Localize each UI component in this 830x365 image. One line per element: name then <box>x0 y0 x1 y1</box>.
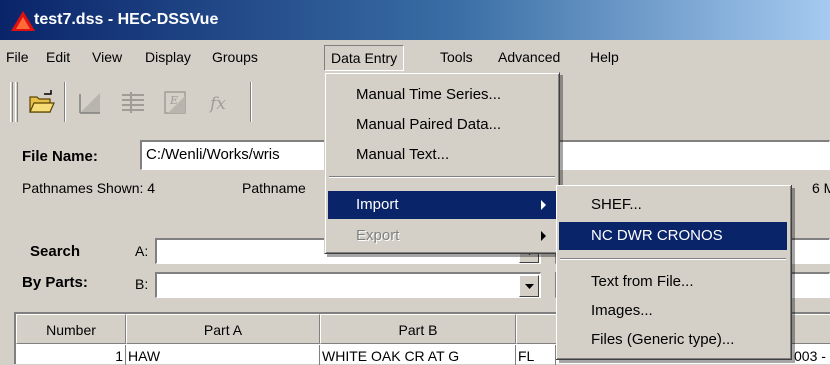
window-title: test7.dss - HEC-DSSVue <box>34 11 219 28</box>
submenu-item-shef[interactable]: SHEF... <box>559 191 787 219</box>
search-label: Search <box>30 243 81 260</box>
toolbar-grip[interactable] <box>15 82 18 122</box>
pathnames-label: Pathname <box>242 180 306 196</box>
chevron-down-icon <box>524 283 534 289</box>
math-functions-icon[interactable]: E <box>158 86 192 120</box>
menu-data-entry[interactable]: Data Entry <box>324 45 405 71</box>
menu-advanced[interactable]: Advanced <box>498 46 560 68</box>
app-logo-icon <box>11 11 35 31</box>
toolbar-grip[interactable] <box>10 82 13 122</box>
menu-separator <box>560 258 786 260</box>
menu-item-export: Export <box>328 222 556 250</box>
menu-display[interactable]: Display <box>145 46 191 68</box>
data-entry-menu: Manual Time Series... Manual Paired Data… <box>324 72 560 254</box>
menu-help[interactable]: Help <box>590 46 619 68</box>
menu-item-import[interactable]: Import <box>328 191 556 219</box>
submenu-item-nc-dwr-cronos[interactable]: NC DWR CRONOS <box>559 222 787 250</box>
pathnames-shown-count: Pathnames Shown: 4 <box>22 180 156 196</box>
submenu-item-files-generic[interactable]: Files (Generic type)... <box>559 326 787 354</box>
by-parts-label: By Parts: <box>22 274 88 291</box>
menu-groups[interactable]: Groups <box>212 46 258 68</box>
menu-item-import-label: Import <box>356 196 399 213</box>
part-b-combo[interactable] <box>155 272 541 298</box>
svg-text:fx: fx <box>208 94 226 114</box>
svg-text:E: E <box>169 94 178 107</box>
title-bar[interactable]: test7.dss - HEC-DSSVue <box>0 0 830 40</box>
menu-tools[interactable]: Tools <box>440 46 473 68</box>
toolbar-separator <box>64 82 66 122</box>
menu-edit[interactable]: Edit <box>46 46 70 68</box>
menu-separator <box>329 176 555 178</box>
table-cell-part-f[interactable]: 003 - <box>792 345 830 365</box>
fx-icon[interactable]: fx <box>204 86 238 120</box>
menu-file[interactable]: File <box>6 46 29 68</box>
tabulate-icon[interactable] <box>116 86 150 120</box>
menu-item-export-label: Export <box>356 227 400 244</box>
part-a-label: A: <box>135 243 149 259</box>
column-header-part-a[interactable]: Part A <box>126 314 320 344</box>
menu-item-manual-text[interactable]: Manual Text... <box>328 141 556 169</box>
column-header-number[interactable]: Number <box>16 314 126 344</box>
toolbar-separator <box>250 82 252 122</box>
menu-bar: File Edit View Display Groups Data Entry… <box>0 42 830 72</box>
part-b-dropdown-button[interactable] <box>519 275 539 297</box>
file-name-label: File Name: <box>22 148 98 165</box>
menu-item-manual-time-series[interactable]: Manual Time Series... <box>328 81 556 109</box>
table-cell-part-b[interactable]: WHITE OAK CR AT G <box>320 345 516 365</box>
open-folder-icon[interactable] <box>24 86 58 120</box>
table-cell-part-c[interactable]: FL <box>516 345 556 365</box>
submenu-arrow-icon <box>541 200 546 210</box>
plot-icon[interactable] <box>72 86 106 120</box>
menu-view[interactable]: View <box>92 46 122 68</box>
table-cell-part-a[interactable]: HAW <box>126 345 320 365</box>
submenu-item-images[interactable]: Images... <box>559 297 787 325</box>
menu-item-manual-paired-data[interactable]: Manual Paired Data... <box>328 111 556 139</box>
submenu-item-text-from-file[interactable]: Text from File... <box>559 268 787 296</box>
submenu-arrow-icon <box>541 231 546 241</box>
table-cell-number[interactable]: 1 <box>16 345 126 365</box>
file-size-label: 6 ME <box>812 180 830 196</box>
column-header-part-b[interactable]: Part B <box>320 314 516 344</box>
import-submenu: SHEF... NC DWR CRONOS Text from File... … <box>556 185 792 360</box>
part-b-label: B: <box>135 276 149 292</box>
